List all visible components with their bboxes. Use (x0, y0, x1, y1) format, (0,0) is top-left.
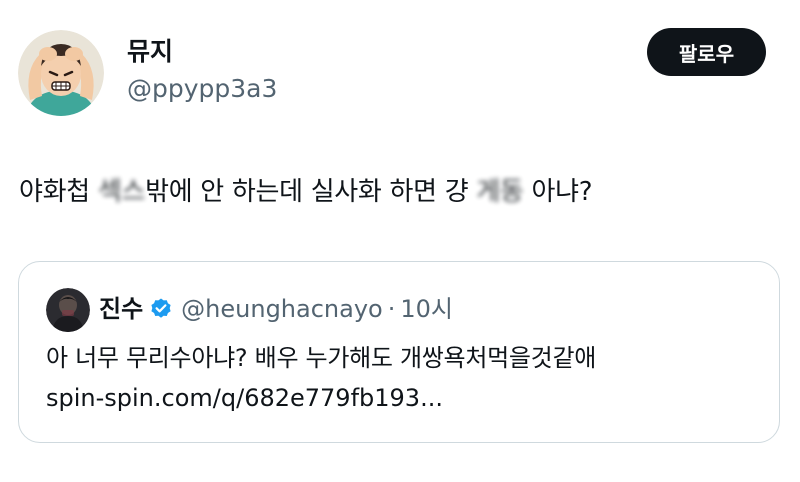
tweet-text-part: 밖에 안 하는데 실사화 하면 걍 (145, 177, 477, 207)
verified-badge-icon (149, 297, 173, 321)
author-display-name[interactable]: 뮤지 (127, 36, 173, 68)
author-handle[interactable]: @ppypp3a3 (127, 73, 277, 105)
quote-link[interactable]: spin-spin.com/q/682e779fb193... (46, 381, 443, 415)
tweet-text-part: 아냐? (523, 177, 593, 207)
tweet-text: 야화첩 섹스밖에 안 하는데 실사화 하면 걍 게동 아냐? (19, 172, 593, 212)
tweet-text-part: 야화첩 (19, 177, 98, 207)
blurred-word: 섹스 (97, 177, 146, 207)
blurred-word: 게동 (476, 177, 524, 207)
quote-text: 아 너무 무리수아냐? 배우 누가해도 개쌍욕처먹을것같애 (46, 344, 597, 372)
follow-button[interactable]: 팔로우 (647, 28, 766, 76)
separator-dot: · (387, 295, 396, 323)
quote-author-avatar[interactable] (46, 288, 90, 332)
quote-header: 진수 @heunghacnayo · 10시 (99, 292, 453, 326)
quote-author-name[interactable]: 진수 (99, 292, 143, 326)
author-avatar[interactable] (18, 30, 104, 116)
cartoon-avatar-icon (18, 30, 104, 116)
quote-author-handle[interactable]: @heunghacnayo (181, 292, 383, 326)
quote-timestamp[interactable]: 10시 (400, 292, 453, 326)
quoted-tweet-card[interactable]: 진수 @heunghacnayo · 10시 아 너무 무리수아냐? 배우 누가… (18, 261, 780, 443)
dark-photo-avatar-icon (46, 288, 90, 332)
